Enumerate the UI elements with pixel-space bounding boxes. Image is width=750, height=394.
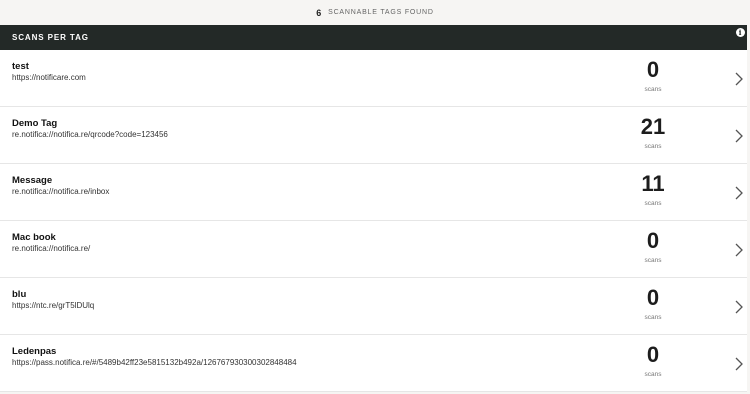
scan-count: 0 [646, 228, 660, 253]
tag-url: re.notifica://notifica.re/ [12, 244, 91, 253]
tag-url: https://notificare.com [12, 73, 86, 82]
scan-count: 0 [646, 57, 660, 82]
tag-row[interactable]: Message re.notifica://notifica.re/inbox … [0, 164, 747, 221]
chevron-right-icon[interactable] [735, 129, 743, 143]
tag-url: https://pass.notifica.re/#/5489b42ff23e5… [12, 358, 297, 367]
tag-url: re.notifica://notifica.re/inbox [12, 187, 110, 196]
tag-url: re.notifica://notifica.re/qrcode?code=12… [12, 130, 168, 139]
scan-count: 21 [640, 114, 666, 139]
tag-name: Mac book [12, 232, 56, 243]
scan-count: 0 [646, 342, 660, 367]
tag-row[interactable]: Demo Tag re.notifica://notifica.re/qrcod… [0, 107, 747, 164]
chevron-right-icon[interactable] [735, 72, 743, 86]
tags-found-count: 6 [316, 7, 323, 18]
scan-unit: scans [644, 143, 662, 150]
scan-unit: scans [644, 371, 662, 378]
scan-unit: scans [644, 314, 662, 321]
scan-count: 11 [641, 171, 665, 196]
info-icon[interactable]: i [736, 28, 745, 37]
scans-per-tag-panel: SCANS PER TAG i test https://notificare.… [0, 25, 747, 392]
chevron-right-icon[interactable] [735, 186, 743, 200]
tags-found-summary: 6 SCANNABLE TAGS FOUND [0, 0, 750, 25]
chevron-right-icon[interactable] [735, 300, 743, 314]
tag-row[interactable]: Ledenpas https://pass.notifica.re/#/5489… [0, 335, 747, 392]
tag-name: Message [12, 175, 53, 186]
scan-unit: scans [644, 257, 662, 264]
panel-title: SCANS PER TAG [12, 33, 89, 42]
tag-url: https://ntc.re/grT5lDUlq [12, 301, 95, 310]
tags-found-label: SCANNABLE TAGS FOUND [328, 9, 434, 16]
tag-name: Demo Tag [12, 118, 58, 129]
panel-header: SCANS PER TAG i [0, 25, 747, 50]
tag-name: Ledenpas [12, 346, 57, 357]
chevron-right-icon[interactable] [735, 243, 743, 257]
scan-unit: scans [644, 200, 662, 207]
scan-unit: scans [644, 86, 662, 93]
scan-count: 0 [646, 285, 660, 310]
chevron-right-icon[interactable] [735, 357, 743, 371]
tag-row[interactable]: Mac book re.notifica://notifica.re/ 0 sc… [0, 221, 747, 278]
tag-row[interactable]: blu https://ntc.re/grT5lDUlq 0 scans [0, 278, 747, 335]
tag-name: blu [12, 289, 27, 300]
tag-row[interactable]: test https://notificare.com 0 scans [0, 50, 747, 107]
tag-name: test [12, 61, 29, 72]
